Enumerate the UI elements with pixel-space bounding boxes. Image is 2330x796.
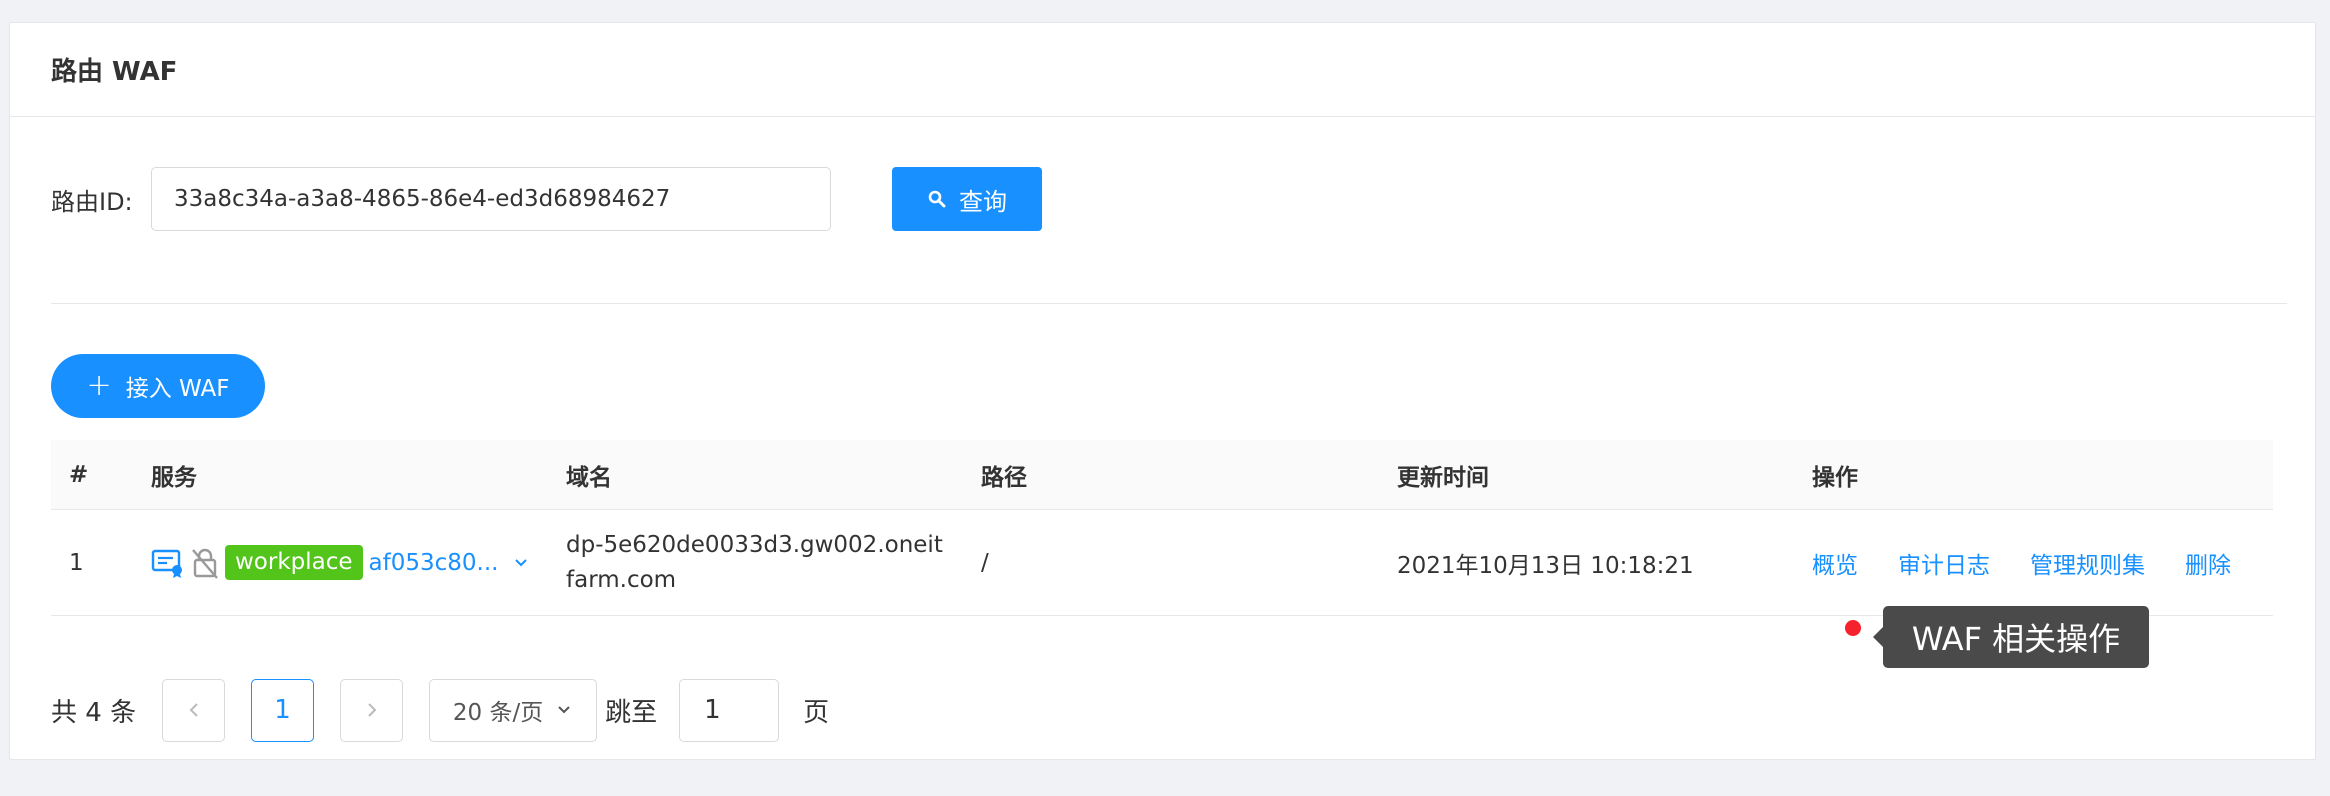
total-count: 共 4 条 xyxy=(51,697,137,728)
route-id-input[interactable] xyxy=(151,167,831,231)
query-button[interactable]: 查询 xyxy=(892,167,1042,231)
service-tag: workplace xyxy=(225,544,363,581)
filter-row: 路由ID: 查询 xyxy=(51,167,1042,231)
page-1-button[interactable]: 1 xyxy=(251,678,315,742)
search-icon xyxy=(928,190,946,208)
pagination: 共 4 条 1 20 条/页 跳至 页 xyxy=(51,678,829,742)
page-size-value: 20 条/页 xyxy=(452,700,544,726)
tooltip: WAF 相关操作 xyxy=(1873,606,2149,668)
row-updated: 2021年10月13日 10:18:21 xyxy=(1397,552,1694,579)
add-waf-label: 接入 WAF xyxy=(125,376,230,402)
page-title: 路由 WAF xyxy=(10,23,2315,117)
header-updated: 更新时间 xyxy=(1397,464,1489,491)
add-waf-button[interactable]: + 接入 WAF xyxy=(51,354,265,418)
header-ops: 操作 xyxy=(1812,464,1858,491)
row-ops: 概览 审计日志 管理规则集 删除 xyxy=(1812,546,2273,580)
delete-link[interactable]: 删除 xyxy=(2185,546,2231,580)
page-size-select[interactable]: 20 条/页 xyxy=(429,678,598,742)
query-button-label: 查询 xyxy=(959,187,1007,216)
row-path: / xyxy=(981,549,989,576)
table-row: 1 workplace af053c80... dp-5e620de0033d3… xyxy=(51,510,2273,616)
chevron-down-icon xyxy=(558,706,570,714)
jump-label: 跳至 xyxy=(605,697,658,728)
page-suffix: 页 xyxy=(803,697,830,728)
jump-page-input[interactable] xyxy=(679,678,780,742)
divider xyxy=(51,303,2287,304)
row-service: workplace af053c80... xyxy=(151,544,566,581)
lock-disabled-icon xyxy=(192,548,218,579)
overview-link[interactable]: 概览 xyxy=(1812,546,1858,580)
manage-rules-link[interactable]: 管理规则集 xyxy=(2030,546,2145,580)
row-domain: dp-5e620de0033d3.gw002.oneitfarm.com xyxy=(566,528,981,598)
header-index: # xyxy=(69,461,89,488)
header-path: 路径 xyxy=(981,464,1027,491)
chevron-right-icon xyxy=(367,703,376,717)
domain-text: dp-5e620de0033d3.gw002.oneitfarm.com xyxy=(566,531,943,593)
certificate-icon xyxy=(151,549,182,578)
chevron-left-icon xyxy=(189,703,198,717)
plus-icon: + xyxy=(86,368,112,403)
row-index: 1 xyxy=(69,549,84,576)
route-id-label: 路由ID: xyxy=(51,187,133,216)
next-page-button[interactable] xyxy=(340,678,404,742)
hotspot-marker xyxy=(1845,620,1861,636)
chevron-down-icon[interactable] xyxy=(510,552,532,574)
header-domain: 域名 xyxy=(566,464,612,491)
audit-log-link[interactable]: 审计日志 xyxy=(1898,546,1990,580)
waf-table: # 服务 域名 路径 更新时间 操作 1 workplace af053c80.… xyxy=(51,440,2273,616)
prev-page-button[interactable] xyxy=(162,678,226,742)
table-header: # 服务 域名 路径 更新时间 操作 xyxy=(51,440,2273,510)
service-id-link[interactable]: af053c80... xyxy=(369,550,499,576)
header-service: 服务 xyxy=(151,464,197,491)
